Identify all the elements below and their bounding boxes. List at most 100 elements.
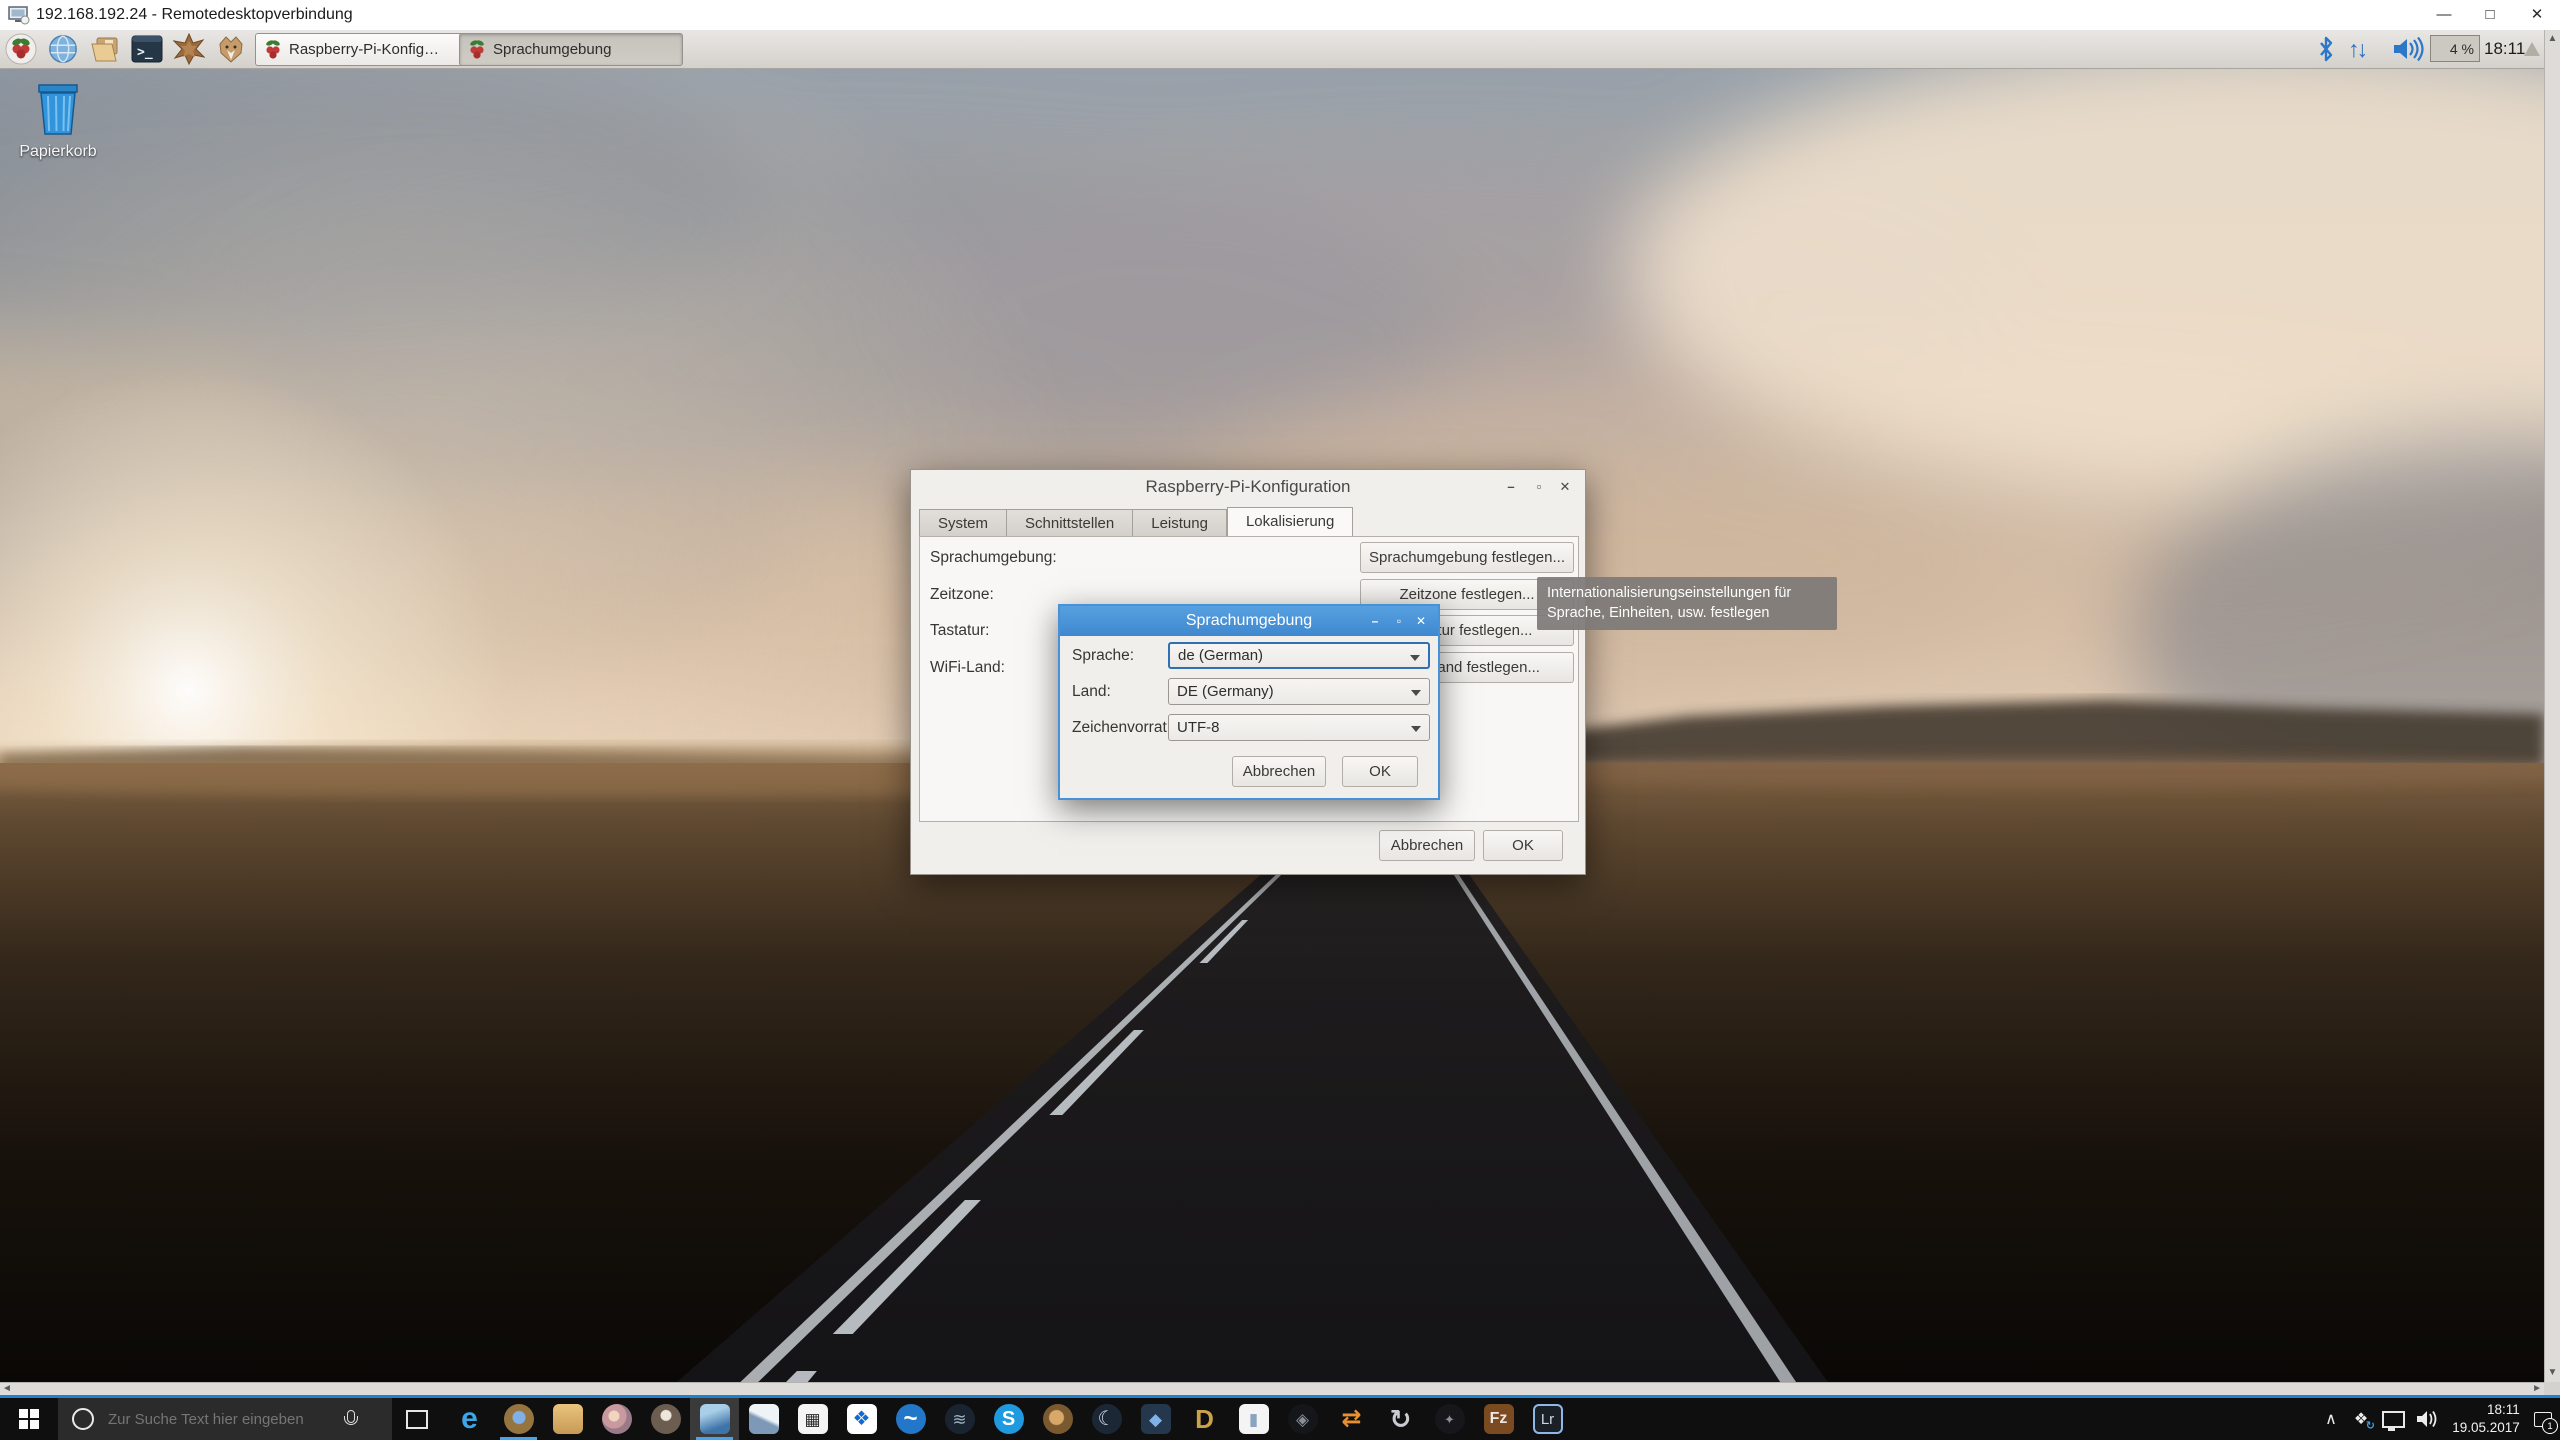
- maximize-icon[interactable]: ▫: [1527, 470, 1551, 504]
- dragon-game-icon: ◆: [1141, 1404, 1171, 1434]
- chrome-icon: [504, 1404, 534, 1434]
- rdp-app-icon: [8, 5, 30, 25]
- config-cancel-button[interactable]: Abbrechen: [1379, 830, 1475, 861]
- taskbar-app-sync-tool[interactable]: ⇄: [1327, 1398, 1376, 1440]
- taskbar-app-dark-gem[interactable]: ◈: [1278, 1398, 1327, 1440]
- pi-launcher-wolfram[interactable]: [214, 32, 248, 66]
- taskbar-app-calculator[interactable]: ▦: [788, 1398, 837, 1440]
- charset-dropdown[interactable]: UTF-8: [1168, 714, 1430, 741]
- maximize-icon[interactable]: ▫: [1388, 606, 1410, 636]
- taskbar-clock[interactable]: 18:11 19.05.2017: [2446, 1398, 2526, 1440]
- taskbar-app-satellite-app[interactable]: ✦: [1425, 1398, 1474, 1440]
- taskbar-app-white-card[interactable]: ▮: [1229, 1398, 1278, 1440]
- pi-taskbar-window-config-label: Raspberry-Pi-Konfig…: [289, 41, 439, 58]
- dark-gem-icon: ◈: [1288, 1404, 1318, 1434]
- network-tray-icon[interactable]: [2376, 1398, 2410, 1440]
- locale-dialog-titlebar[interactable]: Sprachumgebung – ▫ ✕: [1060, 606, 1438, 636]
- timezone-row-label: Zeitzone:: [930, 579, 994, 610]
- chevron-down-icon: [1410, 655, 1420, 661]
- scroll-up-arrow[interactable]: ▲: [2545, 30, 2560, 48]
- pi-launcher-mathematica[interactable]: [172, 32, 206, 66]
- taskbar-app-paint[interactable]: [592, 1398, 641, 1440]
- taskbar-app-file-explorer[interactable]: [543, 1398, 592, 1440]
- chevron-down-icon: [1411, 690, 1421, 696]
- tab-schnittstellen[interactable]: Schnittstellen: [1007, 509, 1133, 538]
- taskbar-app-spotify[interactable]: ≋: [935, 1398, 984, 1440]
- volume-icon[interactable]: [2392, 37, 2426, 66]
- bluetooth-icon[interactable]: [2318, 35, 2334, 68]
- minimize-icon[interactable]: –: [1499, 470, 1523, 504]
- scroll-right-arrow[interactable]: ►: [2532, 1383, 2542, 1395]
- close-icon[interactable]: ✕: [1410, 606, 1432, 636]
- raspberry-menu-icon: [5, 33, 37, 65]
- rdp-vertical-scrollbar[interactable]: ▲ ▼: [2544, 30, 2560, 1382]
- rdp-minimize-button[interactable]: —: [2421, 0, 2467, 30]
- cortana-icon: [72, 1408, 94, 1430]
- pi-taskbar-window-locale[interactable]: Sprachumgebung: [459, 33, 683, 66]
- taskbar-app-dragon-game[interactable]: ◆: [1131, 1398, 1180, 1440]
- locale-button-tooltip: Internationalisierungseinstellungen für …: [1537, 577, 1837, 630]
- dropbox-icon: ❖: [847, 1404, 877, 1434]
- desktop-icon-trash[interactable]: Papierkorb: [10, 82, 106, 161]
- search-input[interactable]: [106, 1410, 340, 1429]
- taskbar-app-gimp[interactable]: [641, 1398, 690, 1440]
- hidden-icons-chevron[interactable]: ∧: [2316, 1398, 2346, 1440]
- country-value: DE (Germany): [1177, 683, 1274, 700]
- minimize-icon[interactable]: –: [1364, 606, 1386, 636]
- pi-taskbar-window-config[interactable]: Raspberry-Pi-Konfig…: [255, 33, 473, 66]
- locale-ok-button[interactable]: OK: [1342, 756, 1418, 787]
- taskbar-app-openoffice[interactable]: ~: [886, 1398, 935, 1440]
- taskbar-app-lightroom[interactable]: Lr: [1523, 1398, 1572, 1440]
- game-figure-icon: [1043, 1404, 1073, 1434]
- tab-system[interactable]: System: [919, 509, 1007, 538]
- lightroom-icon: Lr: [1533, 1404, 1563, 1434]
- rdp-horizontal-scrollbar[interactable]: ◄ ►: [0, 1382, 2544, 1395]
- rdp-close-button[interactable]: ✕: [2514, 0, 2560, 30]
- ejecter-icon[interactable]: [2524, 42, 2540, 56]
- taskbar-app-edge[interactable]: e: [445, 1398, 494, 1440]
- locale-cancel-button[interactable]: Abbrechen: [1232, 756, 1326, 787]
- pi-launcher-terminal[interactable]: >_: [130, 32, 164, 66]
- taskbar-app-diablo[interactable]: D: [1180, 1398, 1229, 1440]
- start-button[interactable]: [0, 1398, 58, 1440]
- terminal-icon: >_: [131, 35, 163, 63]
- scroll-down-arrow[interactable]: ▼: [2545, 1364, 2560, 1382]
- pi-launcher-file-manager[interactable]: [88, 32, 122, 66]
- task-view-button[interactable]: [392, 1398, 442, 1440]
- taskbar-search[interactable]: [58, 1398, 392, 1440]
- country-dropdown[interactable]: DE (Germany): [1168, 678, 1430, 705]
- taskbar-app-remote-desktop[interactable]: [690, 1398, 739, 1440]
- taskbar-app-moon-app[interactable]: ☾: [1082, 1398, 1131, 1440]
- set-locale-button[interactable]: Sprachumgebung festlegen...: [1360, 542, 1574, 573]
- rdp-maximize-button[interactable]: □: [2467, 0, 2513, 30]
- scroll-left-arrow[interactable]: ◄: [2, 1383, 12, 1395]
- taskbar-app-filezilla[interactable]: Fz: [1474, 1398, 1523, 1440]
- rdp-window-title: 192.168.192.24 - Remotedesktopverbindung: [36, 0, 353, 30]
- screen: Papierkorb 192.168.192.24 - Remotedeskto…: [0, 0, 2560, 1440]
- svg-text:>_: >_: [137, 45, 153, 60]
- raspberry-icon: [264, 39, 282, 61]
- raspberry-icon: [468, 39, 486, 61]
- pi-menu-button[interactable]: [4, 32, 38, 66]
- close-icon[interactable]: ✕: [1553, 470, 1577, 504]
- action-center-button[interactable]: 1: [2526, 1398, 2560, 1440]
- taskbar-app-remote-config[interactable]: [739, 1398, 788, 1440]
- tab-leistung[interactable]: Leistung: [1133, 509, 1227, 538]
- taskbar-app-game-figure[interactable]: [1033, 1398, 1082, 1440]
- language-dropdown[interactable]: de (German): [1168, 642, 1430, 669]
- taskbar-app-refresh-tool[interactable]: ↻: [1376, 1398, 1425, 1440]
- web-browser-globe-icon: [47, 33, 79, 65]
- network-updown-icon[interactable]: ↑↓: [2348, 30, 2365, 68]
- taskbar-app-skype[interactable]: S: [984, 1398, 1033, 1440]
- dropbox-sync-icon[interactable]: ❖ ↻: [2346, 1398, 2376, 1440]
- config-ok-button[interactable]: OK: [1483, 830, 1563, 861]
- pi-launcher-browser[interactable]: [46, 32, 80, 66]
- volume-tray-icon[interactable]: [2410, 1398, 2446, 1440]
- taskbar-app-chrome[interactable]: [494, 1398, 543, 1440]
- config-dialog-titlebar[interactable]: Raspberry-Pi-Konfiguration – ▫ ✕: [911, 470, 1585, 504]
- microphone-icon[interactable]: [342, 1409, 358, 1429]
- cpu-usage-monitor[interactable]: 4 %: [2430, 35, 2480, 62]
- windows-tray: ∧ ❖ ↻ 18:11 19.05.2017 1: [2316, 1398, 2560, 1440]
- taskbar-app-dropbox[interactable]: ❖: [837, 1398, 886, 1440]
- tab-lokalisierung[interactable]: Lokalisierung: [1227, 507, 1353, 538]
